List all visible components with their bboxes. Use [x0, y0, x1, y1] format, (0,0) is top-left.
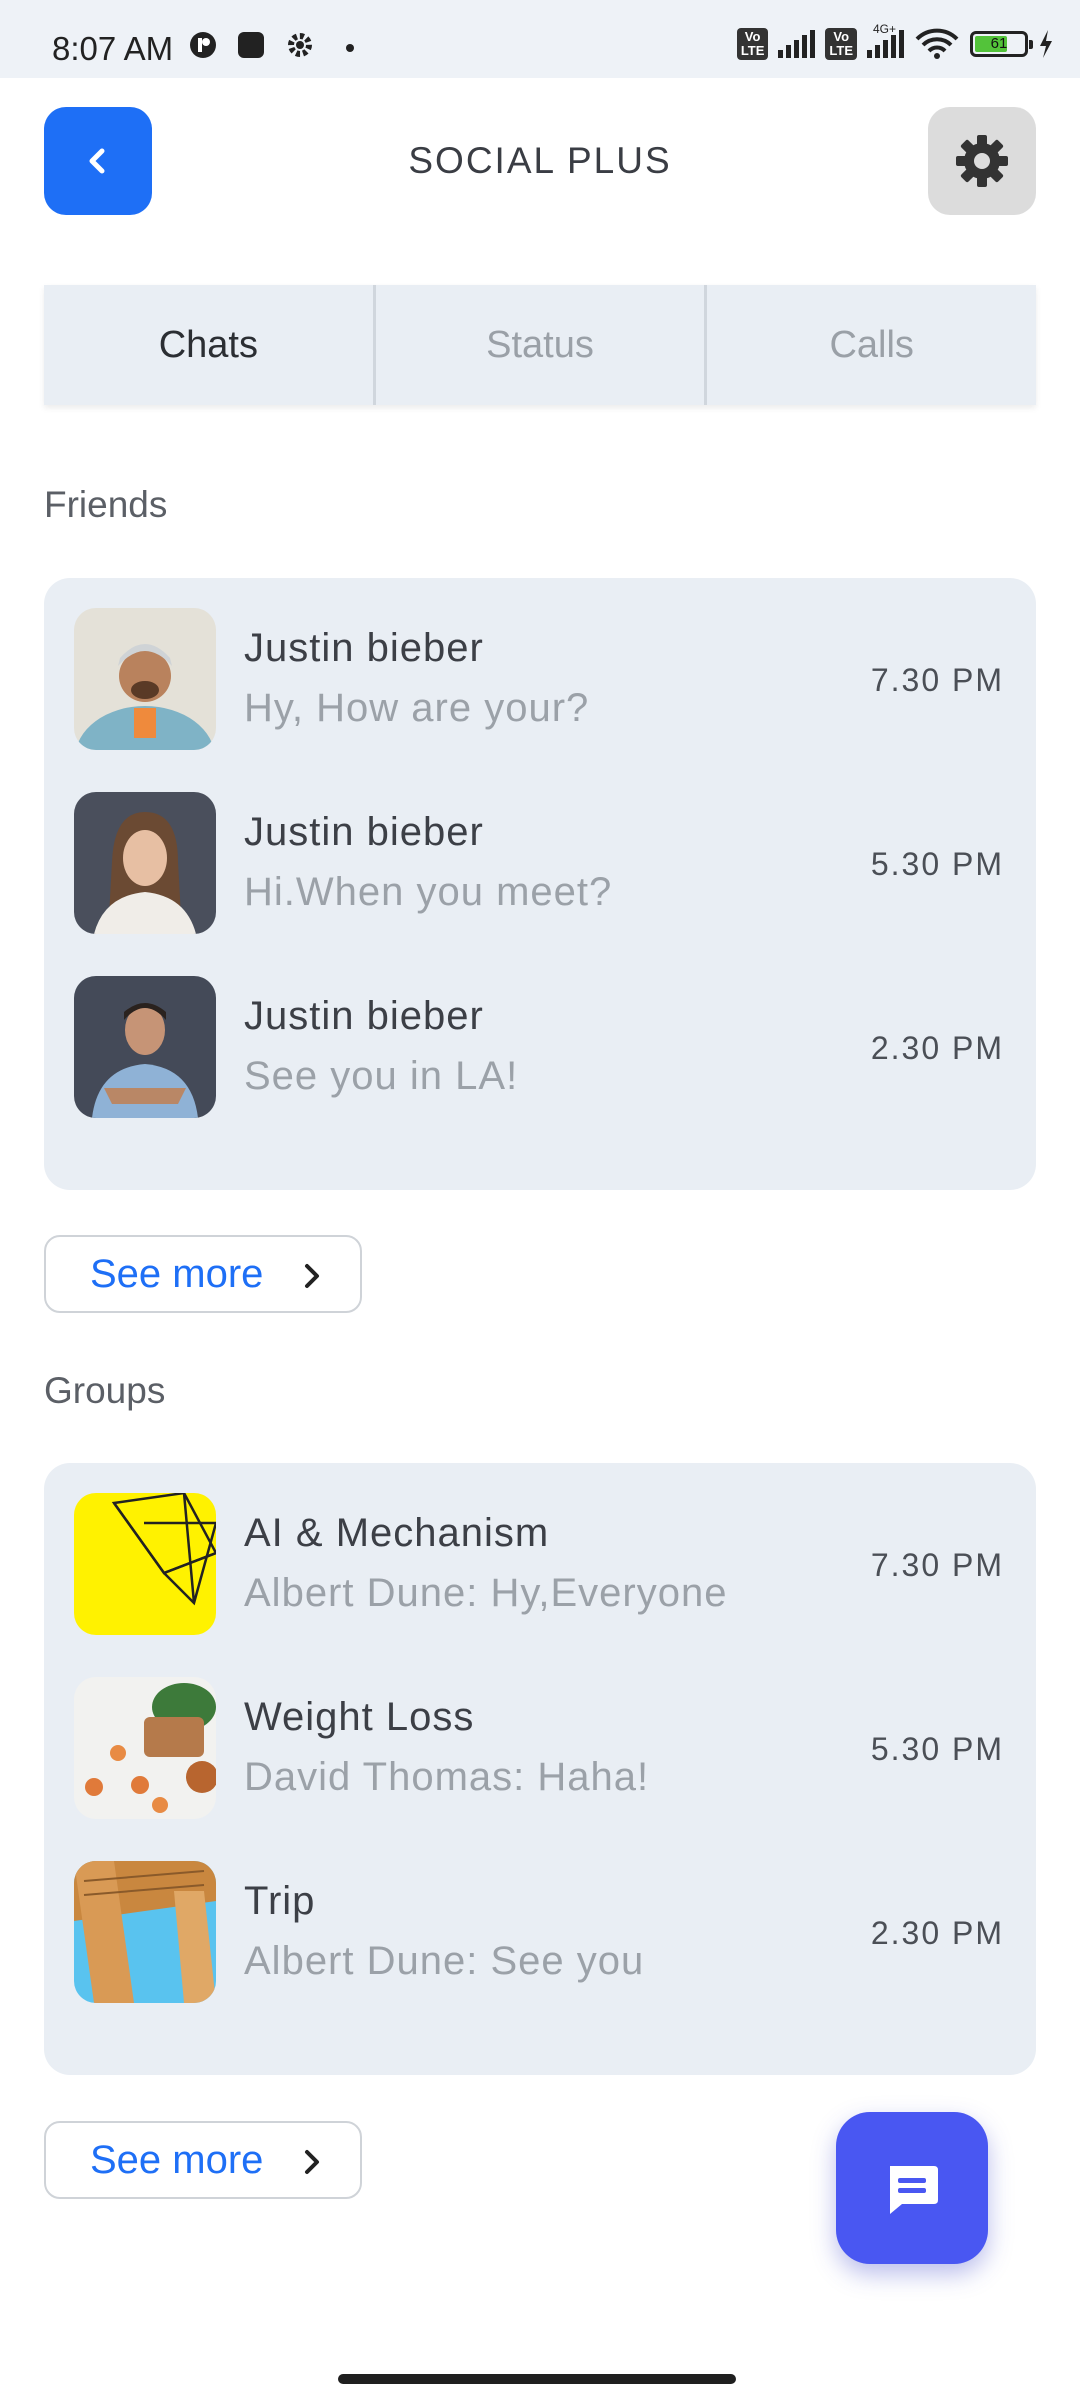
groups-section-label: Groups [44, 1370, 166, 1411]
dot-icon [346, 44, 354, 52]
tab-bar: Chats Status Calls [44, 285, 1036, 405]
group-name: AI & Mechanism [244, 1511, 550, 1555]
settings-notification-icon [288, 33, 312, 57]
friend-message: Hy, How are your? [244, 686, 590, 730]
charging-icon [1040, 30, 1052, 58]
friend-message: See you in LA! [244, 1054, 519, 1098]
home-indicator[interactable] [338, 2374, 736, 2384]
see-more-label: See more [90, 2137, 264, 2182]
app-notification-icon [190, 32, 216, 58]
group-name: Trip [244, 1879, 316, 1923]
group-message: Albert Dune: Hy,Everyone [244, 1571, 728, 1615]
friends-card: Justin bieber Hy, How are your? 7.30 PM … [44, 578, 1036, 1190]
status-right-group: Vo LTE Vo LTE 4G+ 61 [736, 22, 1054, 60]
groups-card: AI & Mechanism Albert Dune: Hy,Everyone … [44, 1463, 1036, 2075]
status-time: 8:07 AM [52, 30, 174, 67]
friend-row[interactable]: Justin bieber Hy, How are your? 7.30 PM [44, 608, 1036, 752]
group-message: Albert Dune: See you [244, 1939, 645, 1983]
wifi-icon [915, 28, 959, 59]
signal-icon-2: 4G+ [867, 22, 904, 58]
avatar [74, 976, 216, 1118]
group-message: David Thomas: Haha! [244, 1755, 650, 1799]
group-time: 7.30 PM [870, 1547, 1004, 1583]
chevron-right-icon [305, 2150, 319, 2174]
see-more-label: See more [90, 1251, 264, 1296]
avatar [74, 1493, 216, 1635]
avatar [74, 1677, 216, 1819]
friend-row[interactable]: Justin bieber Hi.When you meet? 5.30 PM [44, 792, 1036, 936]
group-row[interactable]: Trip Albert Dune: See you 2.30 PM [44, 1861, 1036, 2005]
friend-name: Justin bieber [244, 810, 484, 854]
app-square-icon [238, 32, 264, 58]
gear-icon [956, 135, 1008, 187]
group-time: 2.30 PM [870, 1915, 1004, 1951]
volte-badge-2: Vo LTE [825, 28, 857, 60]
friend-time: 5.30 PM [870, 846, 1004, 882]
chat-bubble-icon [890, 2166, 938, 2214]
settings-button[interactable] [928, 107, 1036, 215]
page-title: SOCIAL PLUS [408, 140, 672, 181]
group-row[interactable]: Weight Loss David Thomas: Haha! 5.30 PM [44, 1677, 1036, 1821]
friends-section-label: Friends [44, 484, 168, 525]
friend-time: 7.30 PM [870, 662, 1004, 698]
new-chat-button[interactable] [836, 2112, 988, 2264]
tab-status[interactable]: Status [372, 285, 705, 405]
battery-level: 61 [990, 35, 1008, 52]
avatar [74, 1861, 216, 2003]
chevron-right-icon [305, 1264, 319, 1288]
battery-icon: 61 [970, 31, 1033, 57]
friend-time: 2.30 PM [870, 1030, 1004, 1066]
volte-badge-1: Vo LTE [736, 28, 769, 60]
group-row[interactable]: AI & Mechanism Albert Dune: Hy,Everyone … [44, 1493, 1036, 1637]
avatar [74, 792, 216, 934]
tab-calls[interactable]: Calls [704, 285, 1036, 405]
friend-message: Hi.When you meet? [244, 870, 613, 914]
group-time: 5.30 PM [870, 1731, 1004, 1767]
network-type: 4G+ [873, 22, 897, 36]
avatar [74, 608, 216, 750]
friend-row[interactable]: Justin bieber See you in LA! 2.30 PM [44, 976, 1036, 1120]
friend-name: Justin bieber [244, 626, 484, 670]
group-name: Weight Loss [244, 1695, 475, 1739]
tab-chats[interactable]: Chats [44, 285, 373, 405]
status-bar: 8:07 AM Vo LTE Vo LTE 4G+ 61 [0, 0, 1080, 78]
groups-see-more-button[interactable]: See more [44, 2121, 362, 2199]
friends-see-more-button[interactable]: See more [44, 1235, 362, 1313]
signal-icon-1 [778, 30, 816, 58]
friend-name: Justin bieber [244, 994, 484, 1038]
